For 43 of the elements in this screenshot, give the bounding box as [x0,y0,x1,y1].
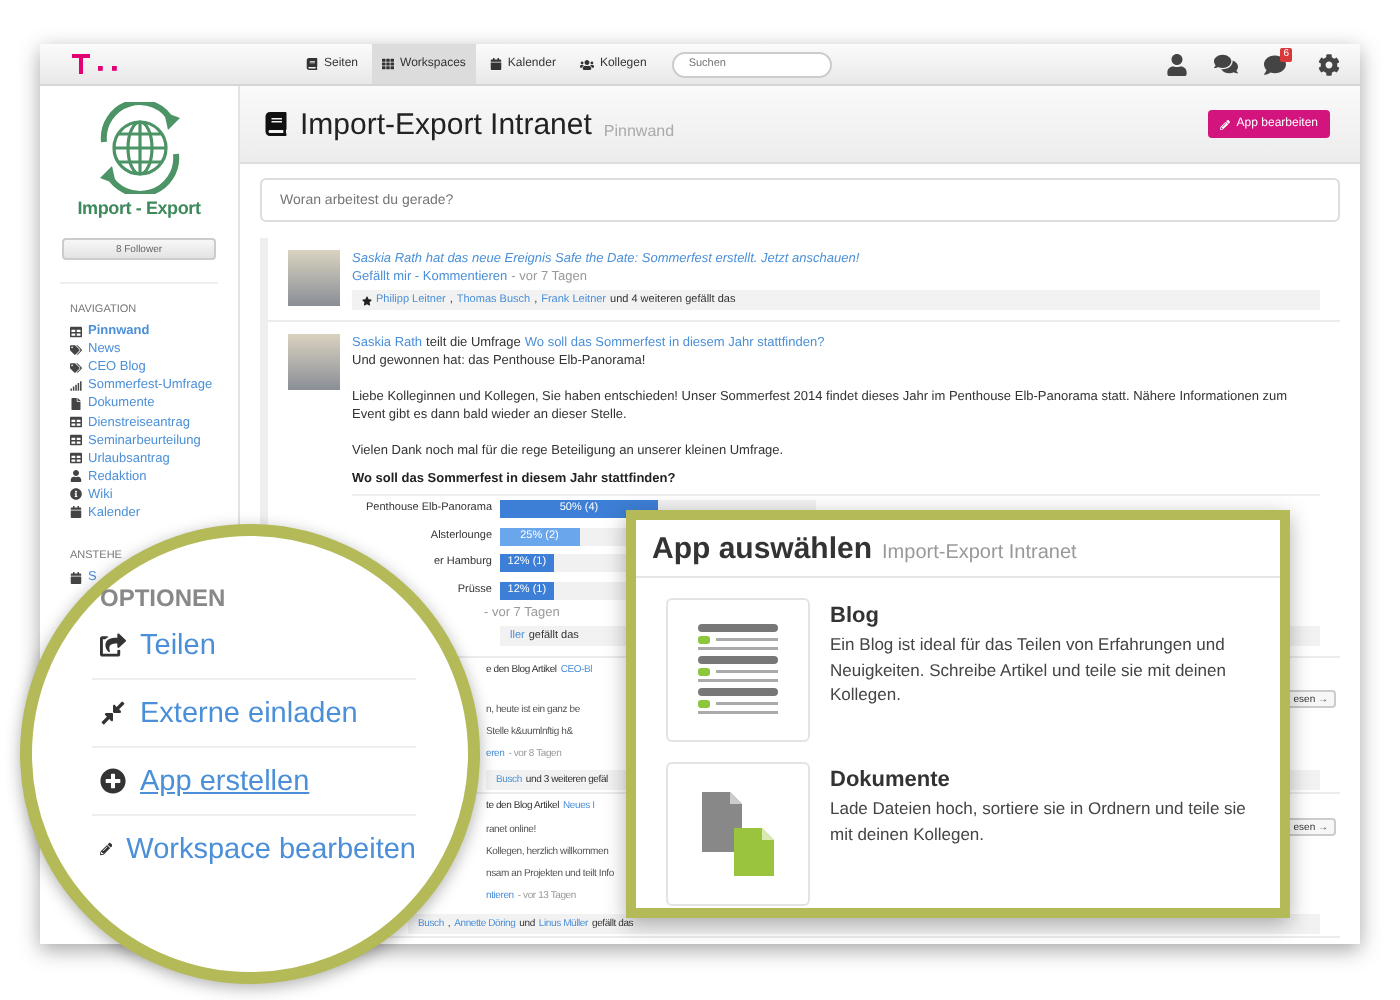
people-icon [579,57,594,71]
pencil-icon [1220,119,1231,129]
calendar-icon [70,571,82,584]
chat-icon[interactable] [1214,52,1239,76]
file-icon [70,397,82,410]
share-icon [100,632,126,658]
option-link[interactable]: Externe einladen [92,680,416,748]
bars-icon [70,379,82,392]
user-icon [70,470,82,483]
arrows-icon [100,700,126,726]
documents-drawing [702,792,774,876]
option-link[interactable]: Teilen [92,612,416,680]
book-icon [306,58,318,70]
logo-text: Import - Export [75,198,203,218]
info-icon [70,488,82,501]
option-link[interactable]: Workspace bearbeiten [92,816,416,882]
settings-icon[interactable] [1318,53,1340,75]
section-heading: OPTIONEN [100,584,228,612]
app-description: Ein Blog ist ideal für das Teilen von Erfahrungen und Neuigkeiten. Schreibe Artikel und teile sie mit deinen Kollegen. [830,632,1228,707]
app-name[interactable]: Blog [830,604,1256,628]
app-description: Lade Dateien hoch, sortiere sie in Ordnern und teile sie mit deinen Kollegen. [830,796,1248,846]
dialog-subtitle: Import-Export Intranet [882,542,1077,564]
table-icon [70,325,82,338]
book-icon [264,112,288,136]
tag-icon [70,343,82,356]
calendar-icon [70,506,82,519]
form-icon [70,434,82,447]
page-subtitle: Pinnwand [603,122,675,140]
form-icon [70,416,82,429]
page-title: Import-Export Intranet [300,107,592,141]
user-icon[interactable] [1166,53,1189,75]
tag-icon [70,361,82,374]
star-icon [362,295,372,305]
option-link[interactable]: App erstellen [92,748,416,816]
app-thumbnail[interactable] [666,762,810,906]
app-name[interactable]: Dokumente [830,768,1256,792]
blog-list-drawing [694,624,782,716]
form-icon [70,452,82,465]
dialog-title: App auswählen [652,532,873,566]
app-thumbnail[interactable] [666,598,810,742]
plus-icon [100,768,126,794]
calendar-icon [489,58,502,70]
grid-icon [382,58,395,70]
